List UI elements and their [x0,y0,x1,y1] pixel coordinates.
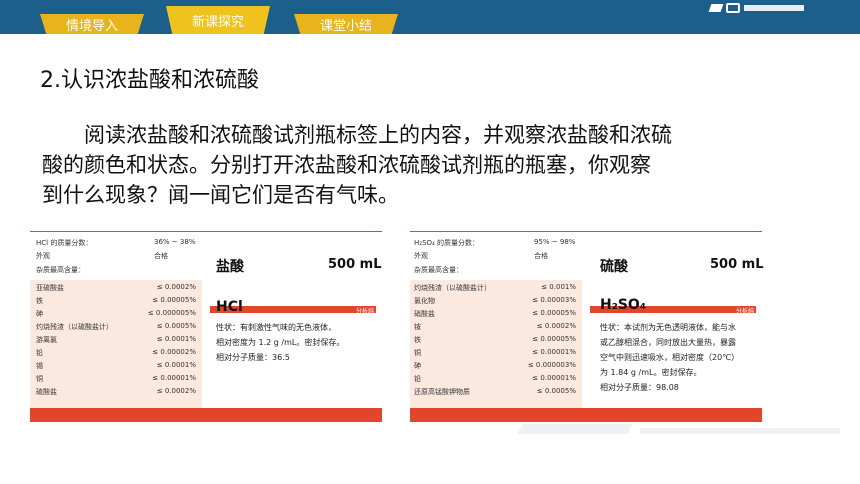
paragraph-line: 阅读浓盐酸和浓硫酸试剂瓶标签上的内容，并观察浓盐酸和浓硫 [84,123,672,147]
impurity-value: ≤ 0.0005% [536,387,576,395]
mass-fraction-value: 36% ~ 38% [154,238,196,246]
impurity-value: ≤ 0.0002% [536,322,576,330]
impurity-value: ≤ 0.00005% [152,296,196,304]
impurity-name: 氯化物 [414,297,435,305]
hcl-bottle-label: 分析纯 HCl 的质量分数： 36% ~ 38% 外观 合格 杂质最高含量： 亚… [30,226,382,422]
impurity-value: ≤ 0.0002% [156,283,196,291]
impurity-value: ≤ 0.000005% [147,309,196,317]
impurity-name: 铜 [414,349,421,357]
description-line: 性状：有刺激性气味的无色液体， [216,323,336,332]
tab-new-lesson[interactable]: 新课探究 [166,6,270,34]
description-line: 空气中则迅速吸水，相对密度（20℃） [600,353,740,362]
grade-tag: 分析纯 [355,308,374,315]
impurity-name: 铅 [414,375,421,383]
top-nav-bar: 情境导入 新课探究 课堂小结 [0,0,860,34]
chemical-name: 硫酸 [600,259,628,275]
impurity-name: 砷 [36,310,43,318]
appearance-label: 外观 [414,252,428,260]
impurity-header: 杂质最高含量： [36,266,85,274]
paragraph-line: 酸的颜色和状态。分别打开浓盐酸和浓硫酸试剂瓶的瓶塞，你观察 [42,153,651,177]
impurity-name: 灼烧残渣（以硫酸盐计） [36,323,113,331]
impurity-value: ≤ 0.00001% [152,374,196,382]
impurity-value: ≤ 0.0001% [156,361,196,369]
impurity-value: ≤ 0.0001% [156,335,196,343]
impurity-name: 铁 [414,336,421,344]
impurity-value: ≤ 0.00005% [532,335,576,343]
watermark-graphic [517,410,850,450]
property-description: 性状：本试剂为无色透明液体，能与水 或乙醇相混合，同时放出大量热，暴露 空气中则… [600,320,760,395]
description-line: 相对分子质量：98.08 [600,383,679,392]
impurity-name: 铅 [36,349,43,357]
mass-fraction-label: H₂SO₄ 的质量分数： [414,239,480,247]
impurity-value: ≤ 0.00005% [532,309,576,317]
label-red-strip [30,408,382,422]
impurity-name: 铁 [36,297,43,305]
h2so4-bottle-label: 分析纯 H₂SO₄ 的质量分数： 95% ~ 98% 外观 合格 杂质最高含量：… [410,226,764,422]
description-line: 相对密度为 1.2 g /mL。密封保存。 [216,338,345,347]
volume: 500 mL [710,257,764,272]
appearance-value: 合格 [534,252,548,260]
description-line: 性状：本试剂为无色透明液体，能与水 [600,323,736,332]
grade-tag: 分析纯 [735,308,754,315]
impurity-name: 铵 [414,323,421,331]
impurity-value: ≤ 0.00001% [532,374,576,382]
impurity-value: ≤ 0.0005% [156,322,196,330]
page-title: 2.认识浓盐酸和浓硫酸 [40,68,259,93]
impurity-name: 铜 [36,375,43,383]
impurity-name: 灼烧残渣（以硫酸盐计） [414,284,491,292]
chemical-formula: HCl [216,299,243,315]
impurity-header: 杂质最高含量： [414,266,463,274]
property-description: 性状：有刺激性气味的无色液体， 相对密度为 1.2 g /mL。密封保存。 相对… [216,320,376,365]
info-panel [202,226,382,408]
impurity-value: ≤ 0.00002% [152,348,196,356]
chemical-formula: H₂SO₄ [600,297,646,313]
impurity-value: ≤ 0.00001% [532,348,576,356]
description-line: 相对分子质量：36.5 [216,353,290,362]
tab-summary[interactable]: 课堂小结 [294,14,398,34]
volume: 500 mL [328,257,382,272]
description-line: 为 1.84 g /mL。密封保存。 [600,368,702,377]
impurity-value: ≤ 0.00003% [532,296,576,304]
impurity-name: 亚硫酸盐 [36,284,64,292]
impurity-name: 硫酸盐 [36,388,57,396]
impurity-name: 游离氯 [36,336,57,344]
brand-logo [708,2,806,14]
appearance-value: 合格 [154,252,168,260]
impurity-name: 硝酸盐 [414,310,435,318]
description-line: 或乙醇相混合，同时放出大量热，暴露 [600,338,736,347]
impurity-value: ≤ 0.000003% [527,361,576,369]
appearance-label: 外观 [36,252,50,260]
impurity-name: 还原高锰酸钾物质 [414,388,470,396]
impurity-name: 砷 [414,362,421,370]
tab-intro[interactable]: 情境导入 [40,14,144,34]
mass-fraction-value: 95% ~ 98% [534,238,576,246]
impurity-value: ≤ 0.0002% [156,387,196,395]
paragraph-line: 到什么现象？闻一闻它们是否有气味。 [42,183,399,207]
impurity-value: ≤ 0.001% [541,283,576,291]
mass-fraction-label: HCl 的质量分数： [36,239,93,247]
chemical-name: 盐酸 [216,259,244,275]
instruction-paragraph: 阅读浓盐酸和浓硫酸试剂瓶标签上的内容，并观察浓盐酸和浓硫 酸的颜色和状态。分别打… [42,120,832,210]
impurity-name: 锡 [36,362,43,370]
